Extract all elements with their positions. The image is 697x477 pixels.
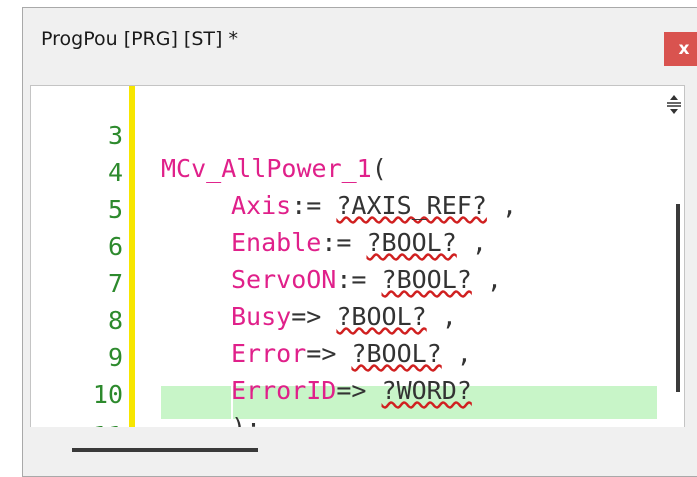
code-line[interactable]: 5 Enable:= ?BOOL? ,	[31, 160, 671, 257]
code-line[interactable]: 7 Busy=> ?BOOL? ,	[31, 234, 671, 331]
code-line[interactable]: 6 ServoON:= ?BOOL? ,	[31, 197, 671, 294]
code-line[interactable]: 10 );	[31, 345, 671, 427]
window-titlebar: ProgPou [PRG] [ST] * x	[23, 8, 697, 74]
code-line[interactable]: 8 Error=> ?BOOL? ,	[31, 271, 671, 368]
close-button[interactable]: x	[664, 32, 697, 66]
split-icon[interactable]	[663, 94, 684, 116]
code-line[interactable]: 3 MCv_AllPower_1(	[31, 86, 671, 183]
window-title: ProgPou [PRG] [ST] *	[41, 28, 238, 50]
code-line-current[interactable]: 11	[31, 386, 671, 427]
code-line[interactable]: 4 Axis:= ?AXIS_REF? ,	[31, 123, 671, 220]
code-line[interactable]: 9 ErrorID=> ?WORD?	[31, 308, 671, 405]
split-icon-glyph	[667, 95, 681, 114]
vertical-scrollbar[interactable]	[661, 86, 684, 427]
horizontal-scrollbar[interactable]	[30, 427, 685, 475]
horizontal-scroll-thumb[interactable]	[72, 448, 258, 452]
vertical-scroll-thumb[interactable]	[676, 204, 680, 392]
code-editor[interactable]: 3 MCv_AllPower_1( 4 Axis:= ?AXIS_REF? , …	[30, 85, 685, 428]
